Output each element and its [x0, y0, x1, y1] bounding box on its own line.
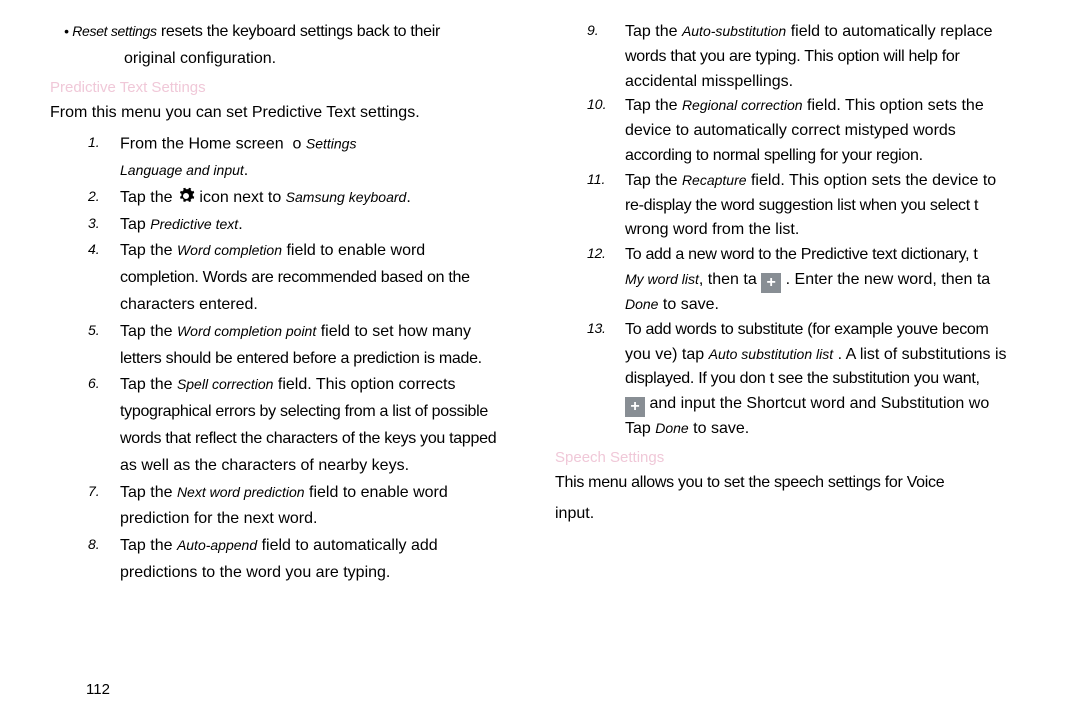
plus-icon: + — [761, 273, 781, 293]
speech-intro-2: input. — [555, 502, 1065, 527]
step-3: 3. Tap Predictive text. — [50, 213, 540, 238]
step-9: 9. Tap the Auto-substitution field to au… — [555, 20, 1065, 45]
step-13b: you ve) tap Auto substitution list . A l… — [555, 343, 1065, 368]
step-6c: words that reflect the characters of the… — [50, 427, 540, 452]
page-number: 112 — [86, 681, 110, 698]
step-number: 1. — [88, 132, 100, 154]
page-content: • Reset settings resets the keyboard set… — [0, 0, 1080, 588]
step-12b: My word list, then ta + . Enter the new … — [555, 268, 1065, 293]
step-13e: Tap Done to save. — [555, 417, 1065, 442]
reset-settings-text2: original configuration. — [50, 47, 540, 72]
step-8: 8. Tap the Auto-append field to automati… — [50, 534, 540, 559]
reset-settings-bullet: • Reset settings resets the keyboard set… — [50, 20, 540, 45]
step-10: 10. Tap the Regional correction field. T… — [555, 94, 1065, 119]
step-6d: as well as the characters of nearby keys… — [50, 454, 540, 479]
step-8b: predictions to the word you are typing. — [50, 561, 540, 586]
step-13c: displayed. If you don t see the substitu… — [555, 367, 1065, 392]
step-11: 11. Tap the Recapture field. This option… — [555, 169, 1065, 194]
step-9b: words that you are typing. This option w… — [555, 45, 1065, 70]
step-10b: device to automatically correct mistyped… — [555, 119, 1065, 144]
step-11c: wrong word from the list. — [555, 218, 1065, 243]
predictive-intro: From this menu you can set Predictive Te… — [50, 101, 540, 126]
step-12: 12. To add a new word to the Predictive … — [555, 243, 1065, 268]
step-4c: characters entered. — [50, 293, 540, 318]
step-1-cont: Language and input. — [50, 159, 540, 184]
step-13: 13. To add words to substitute (for exam… — [555, 318, 1065, 343]
step-10c: according to normal spelling for your re… — [555, 144, 1065, 169]
right-column: 9. Tap the Auto-substitution field to au… — [555, 20, 1065, 588]
step-13d: + and input the Shortcut word and Substi… — [555, 392, 1065, 417]
step-4: 4. Tap the Word completion field to enab… — [50, 239, 540, 264]
gear-icon — [177, 187, 195, 205]
step-9c: accidental misspellings. — [555, 70, 1065, 95]
reset-settings-text1: resets the keyboard settings back to the… — [161, 23, 440, 40]
step-7: 7. Tap the Next word prediction field to… — [50, 481, 540, 506]
step-2: 2. Tap the icon next to Samsung keyboard… — [50, 186, 540, 211]
step-7b: prediction for the next word. — [50, 507, 540, 532]
plus-icon: + — [625, 397, 645, 417]
reset-settings-label: • Reset settings — [64, 23, 157, 39]
step-11b: re-display the word suggestion list when… — [555, 194, 1065, 219]
predictive-text-heading: Predictive Text Settings — [50, 76, 540, 99]
left-column: • Reset settings resets the keyboard set… — [50, 20, 555, 588]
step-12c: Done to save. — [555, 293, 1065, 318]
step-4b: completion. Words are recommended based … — [50, 266, 540, 291]
step-5b: letters should be entered before a predi… — [50, 347, 540, 372]
speech-settings-heading: Speech Settings — [555, 446, 1065, 469]
step-6b: typographical errors by selecting from a… — [50, 400, 540, 425]
step-1: 1. From the Home screen o Settings — [50, 132, 540, 157]
step-6: 6. Tap the Spell correction field. This … — [50, 373, 540, 398]
step-5: 5. Tap the Word completion point field t… — [50, 320, 540, 345]
speech-intro-1: This menu allows you to set the speech s… — [555, 471, 1065, 496]
